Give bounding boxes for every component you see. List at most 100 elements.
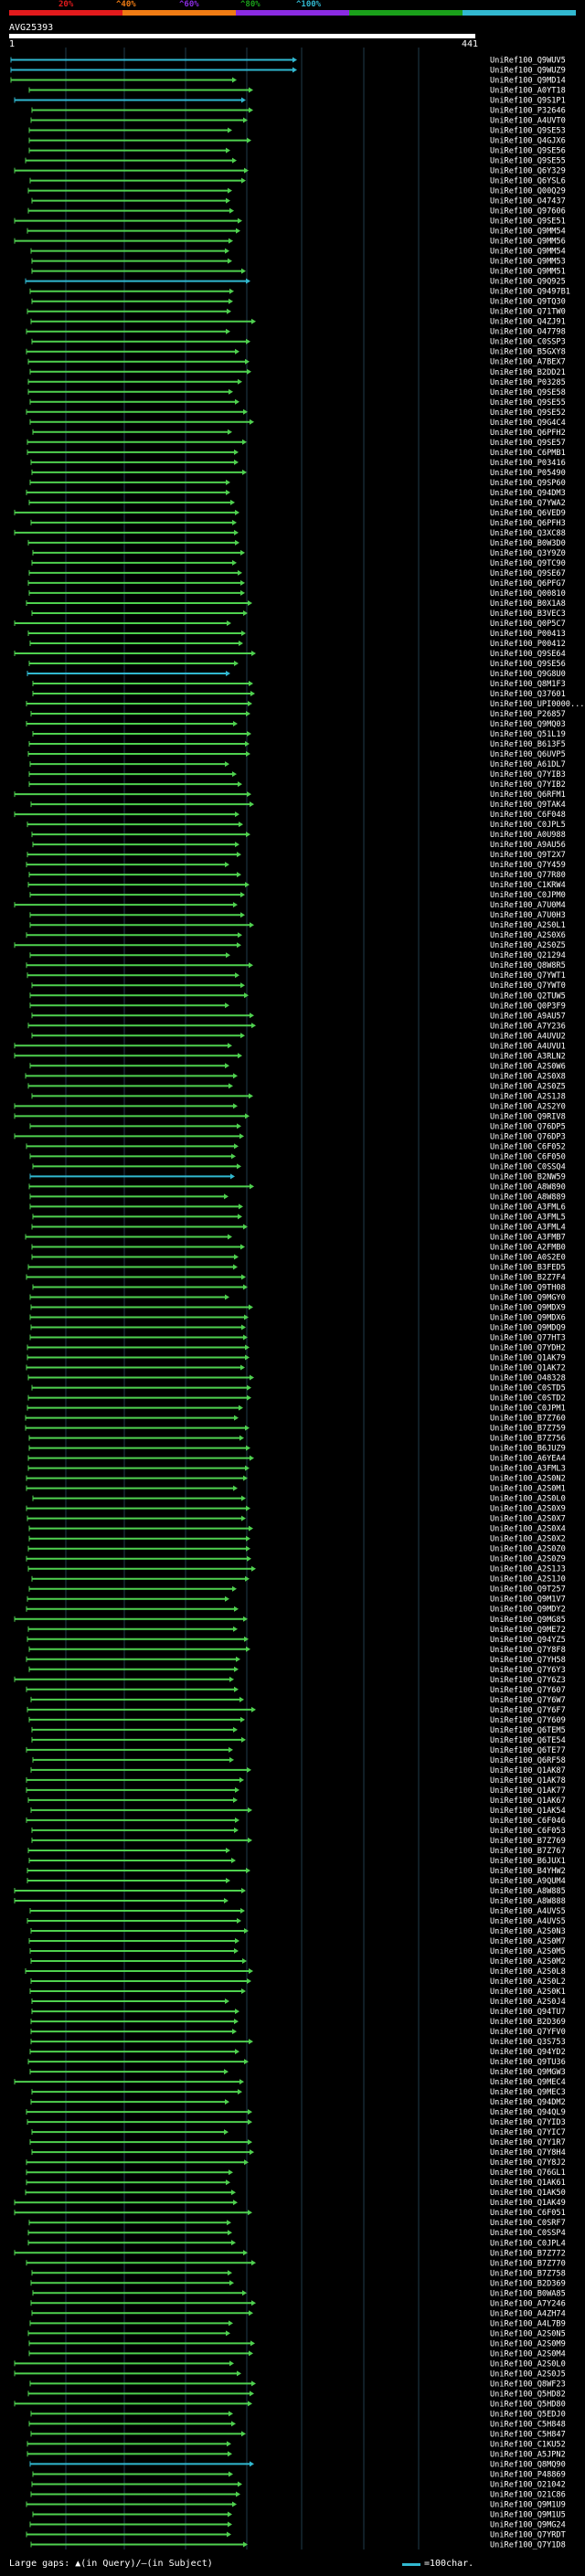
- hit-label[interactable]: UniRef100_Q1AK54: [490, 1807, 566, 1816]
- hit-label[interactable]: UniRef100_Q8MQ90: [490, 2460, 566, 2469]
- hit-label[interactable]: UniRef100_Q9MDQ9: [490, 1324, 566, 1333]
- hit-label[interactable]: UniRef100_A7BEX7: [490, 358, 566, 367]
- hit-label[interactable]: UniRef100_A4ZH74: [490, 2309, 566, 2318]
- hit-label[interactable]: UniRef100_Q6VED9: [490, 509, 566, 518]
- hit-label[interactable]: UniRef100_Q9SE58: [490, 388, 566, 398]
- hit-label[interactable]: UniRef100_A3FMB7: [490, 1233, 566, 1242]
- hit-label[interactable]: UniRef100_A7U0M4: [490, 901, 566, 910]
- hit-label[interactable]: UniRef100_Q5EDJ0: [490, 2410, 566, 2419]
- hit-label[interactable]: UniRef100_Q9M1V7: [490, 1595, 566, 1605]
- hit-label[interactable]: UniRef100_Q97606: [490, 207, 566, 217]
- hit-label[interactable]: UniRef100_B5GXY8: [490, 348, 566, 357]
- hit-label[interactable]: UniRef100_Q6PFH2: [490, 429, 566, 438]
- hit-label[interactable]: UniRef100_Q9TU36: [490, 2058, 566, 2067]
- hit-label[interactable]: UniRef100_C1KRW4: [490, 881, 566, 890]
- hit-label[interactable]: UniRef100_Q7Y1R7: [490, 2138, 566, 2147]
- hit-label[interactable]: UniRef100_A4UVU2: [490, 1032, 566, 1041]
- hit-label[interactable]: UniRef100_A5JPN2: [490, 2450, 566, 2459]
- hit-label[interactable]: UniRef100_Q37601: [490, 690, 566, 699]
- hit-label[interactable]: UniRef100_Q1AK67: [490, 1797, 566, 1806]
- hit-label[interactable]: UniRef100_C0STD2: [490, 1394, 566, 1404]
- hit-label[interactable]: UniRef100_UPI0000...: [490, 700, 584, 709]
- hit-label[interactable]: UniRef100_Q0P3F9: [490, 1002, 566, 1011]
- hit-label[interactable]: UniRef100_P26857: [490, 710, 566, 719]
- hit-label[interactable]: UniRef100_Q9MD14: [490, 77, 566, 86]
- hit-label[interactable]: UniRef100_Q6YSL6: [490, 177, 566, 186]
- hit-label[interactable]: UniRef100_A2S0M2: [490, 1957, 566, 1966]
- hit-label[interactable]: UniRef100_Q7YIC7: [490, 2128, 566, 2137]
- hit-label[interactable]: UniRef100_Q9MGY0: [490, 1293, 566, 1302]
- hit-label[interactable]: UniRef100_A2S1J3: [490, 1565, 566, 1574]
- hit-label[interactable]: UniRef100_A2S0M4: [490, 2349, 566, 2359]
- hit-label[interactable]: UniRef100_Q1AK87: [490, 1766, 566, 1776]
- hit-label[interactable]: UniRef100_Q00810: [490, 589, 566, 599]
- hit-label[interactable]: UniRef100_A2S0N2: [490, 1475, 566, 1484]
- hit-label[interactable]: UniRef100_B0W3D0: [490, 539, 566, 548]
- hit-label[interactable]: UniRef100_Q9T2X7: [490, 851, 566, 860]
- hit-label[interactable]: UniRef100_Q6PFG7: [490, 579, 566, 588]
- hit-label[interactable]: UniRef100_Q9MDX6: [490, 1314, 566, 1323]
- hit-label[interactable]: UniRef100_B2Z7F4: [490, 1273, 566, 1282]
- hit-label[interactable]: UniRef100_A2S0K1: [490, 1988, 566, 1997]
- hit-label[interactable]: UniRef100_B0X1A8: [490, 599, 566, 609]
- hit-label[interactable]: UniRef100_A8W888: [490, 1897, 566, 1906]
- hit-label[interactable]: UniRef100_Q1AK77: [490, 1786, 566, 1796]
- hit-label[interactable]: UniRef100_Q7YFV0: [490, 2028, 566, 2037]
- hit-label[interactable]: UniRef100_Q9SE52: [490, 408, 566, 418]
- hit-label[interactable]: UniRef100_O21C86: [490, 2490, 566, 2499]
- hit-label[interactable]: UniRef100_Q9WUZ9: [490, 67, 566, 76]
- hit-label[interactable]: UniRef100_Q5HD82: [490, 2390, 566, 2399]
- hit-label[interactable]: UniRef100_Q9497B1: [490, 288, 570, 297]
- hit-label[interactable]: UniRef100_Q6TE54: [490, 1736, 566, 1745]
- hit-label[interactable]: UniRef100_A2S0X7: [490, 1515, 566, 1524]
- hit-label[interactable]: UniRef100_Q94DM3: [490, 489, 566, 498]
- hit-label[interactable]: UniRef100_Q7YWT0: [490, 981, 566, 991]
- hit-label[interactable]: UniRef100_A8W889: [490, 1193, 566, 1202]
- hit-label[interactable]: UniRef100_A3FML4: [490, 1223, 566, 1232]
- hit-label[interactable]: UniRef100_Q4ZJ91: [490, 318, 566, 327]
- hit-label[interactable]: UniRef100_B2D369: [490, 2279, 566, 2288]
- hit-label[interactable]: UniRef100_Q94TU7: [490, 2008, 566, 2017]
- hit-label[interactable]: UniRef100_Q9WUV5: [490, 57, 566, 66]
- hit-label[interactable]: UniRef100_Q7Y459: [490, 861, 566, 870]
- hit-label[interactable]: UniRef100_P00412: [490, 640, 566, 649]
- hit-label[interactable]: UniRef100_Q8M1F3: [490, 680, 566, 689]
- hit-label[interactable]: UniRef100_C0STD5: [490, 1384, 566, 1394]
- hit-label[interactable]: UniRef100_Q9TQ30: [490, 298, 566, 307]
- hit-label[interactable]: UniRef100_Q76GL1: [490, 2168, 566, 2178]
- hit-label[interactable]: UniRef100_A4UVU1: [490, 1042, 566, 1051]
- hit-label[interactable]: UniRef100_B0WA85: [490, 2289, 566, 2298]
- hit-label[interactable]: UniRef100_B2NW59: [490, 1172, 566, 1182]
- hit-label[interactable]: UniRef100_Q77R80: [490, 871, 566, 880]
- hit-label[interactable]: UniRef100_Q9G8U0: [490, 670, 566, 679]
- hit-label[interactable]: UniRef100_B7Z772: [490, 2249, 566, 2258]
- hit-label[interactable]: UniRef100_B7Z767: [490, 1847, 566, 1856]
- hit-label[interactable]: UniRef100_Q9ME72: [490, 1626, 566, 1635]
- hit-label[interactable]: UniRef100_A2S0Z0: [490, 1545, 566, 1554]
- hit-label[interactable]: UniRef100_P03416: [490, 459, 566, 468]
- hit-label[interactable]: UniRef100_A8W890: [490, 1182, 566, 1192]
- hit-label[interactable]: UniRef100_A0U988: [490, 831, 566, 840]
- hit-label[interactable]: UniRef100_A4UVS5: [490, 1917, 566, 1926]
- hit-label[interactable]: UniRef100_C1KU52: [490, 2440, 566, 2449]
- hit-label[interactable]: UniRef100_Q7Y1D8: [490, 2540, 566, 2549]
- hit-label[interactable]: UniRef100_A2S0L8: [490, 1967, 566, 1977]
- hit-label[interactable]: UniRef100_A7Y236: [490, 1022, 566, 1031]
- hit-label[interactable]: UniRef100_Q9MM51: [490, 268, 566, 277]
- hit-label[interactable]: UniRef100_A0S2E0: [490, 1253, 566, 1262]
- hit-label[interactable]: UniRef100_Q9TC90: [490, 559, 566, 568]
- hit-label[interactable]: UniRef100_B6JUX1: [490, 1857, 566, 1866]
- hit-label[interactable]: UniRef100_Q94YD2: [490, 2048, 566, 2057]
- hit-label[interactable]: UniRef100_A2S0M7: [490, 1937, 566, 1946]
- hit-label[interactable]: UniRef100_C0SRF7: [490, 2219, 566, 2228]
- hit-label[interactable]: UniRef100_A9QUM4: [490, 1877, 566, 1886]
- hit-label[interactable]: UniRef100_Q1AK78: [490, 1776, 566, 1786]
- hit-label[interactable]: UniRef100_Q9MEC4: [490, 2078, 566, 2087]
- hit-label[interactable]: UniRef100_A3FML3: [490, 1465, 566, 1474]
- hit-label[interactable]: UniRef100_C5H847: [490, 2430, 566, 2439]
- hit-label[interactable]: UniRef100_A2S0J4: [490, 1998, 566, 2007]
- hit-label[interactable]: UniRef100_A2S0W6: [490, 1062, 566, 1071]
- hit-label[interactable]: UniRef100_Q9MM54: [490, 228, 566, 237]
- hit-label[interactable]: UniRef100_Q8W8R5: [490, 961, 566, 970]
- hit-label[interactable]: UniRef100_A9AU56: [490, 841, 566, 850]
